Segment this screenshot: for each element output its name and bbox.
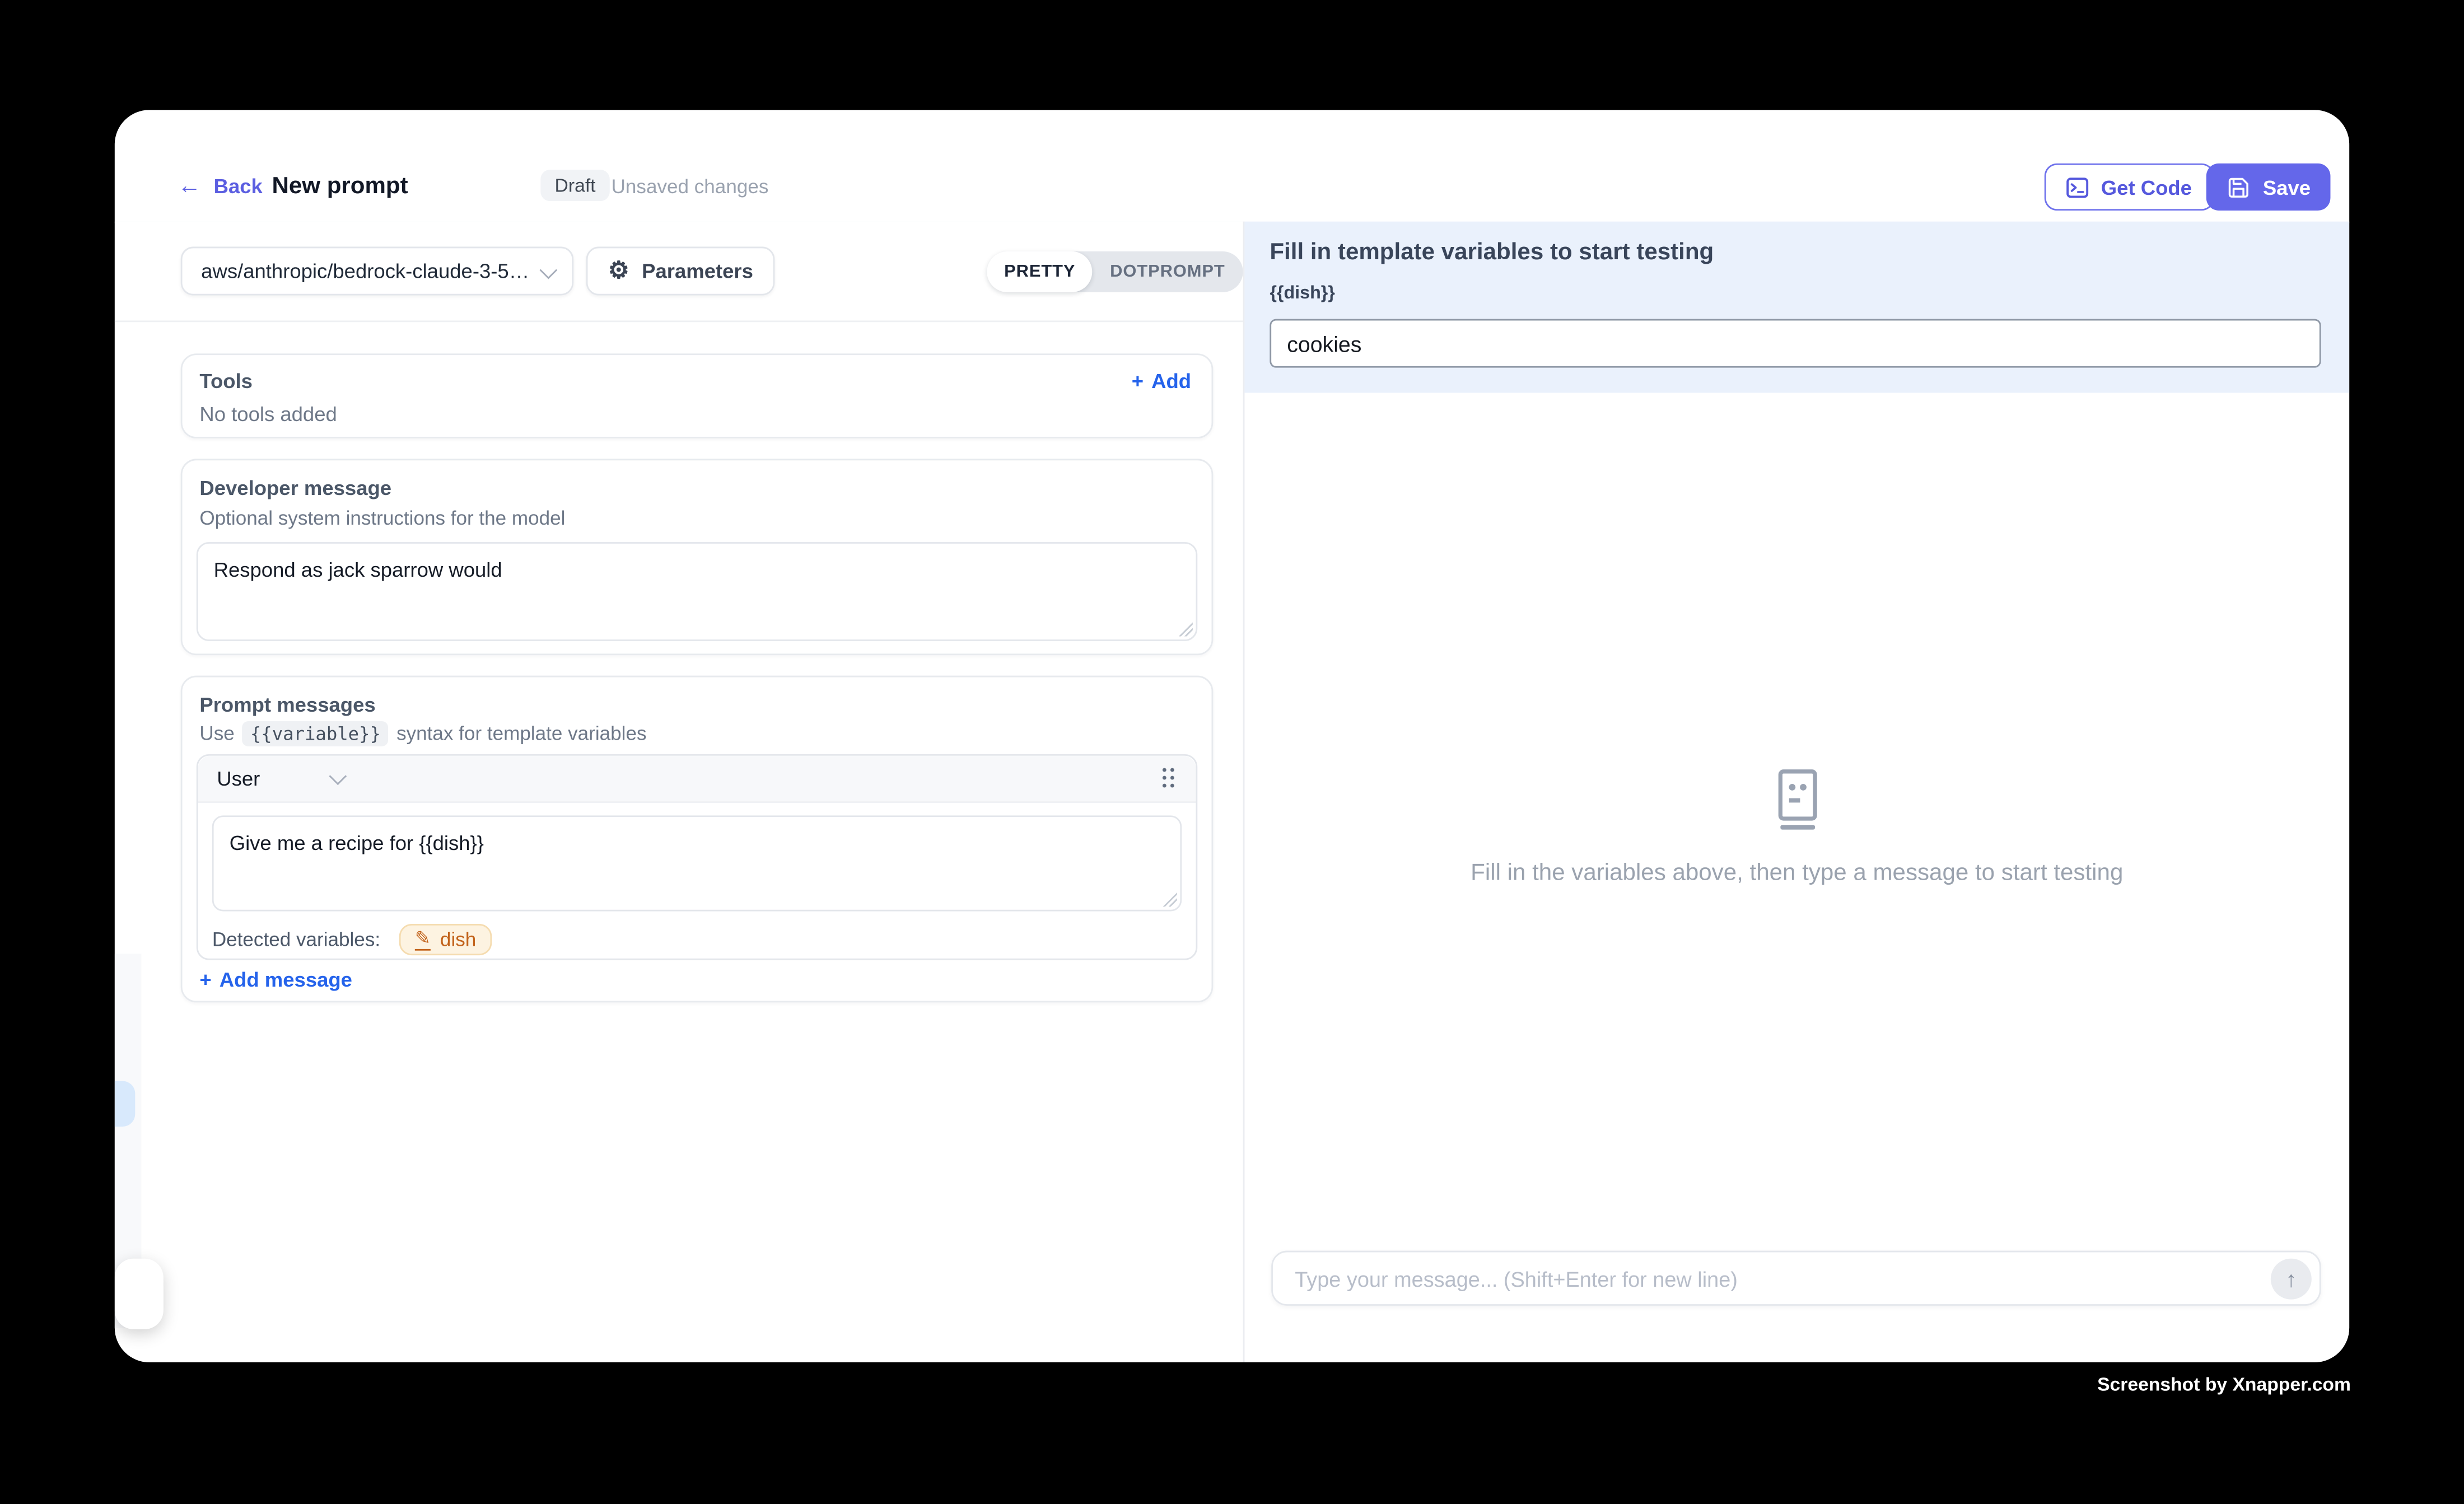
terminal-icon xyxy=(2066,177,2088,197)
robot-icon xyxy=(1770,767,1823,833)
prompt-config-panel: aws/anthropic/bedrock-claude-3-5-s... ⚙ … xyxy=(115,222,1243,1362)
unsaved-changes-note: Unsaved changes xyxy=(612,176,769,198)
back-arrow-icon: ← xyxy=(178,174,201,198)
chat-empty-state: Fill in the variables above, then type a… xyxy=(1244,767,2349,886)
get-code-label: Get Code xyxy=(2101,175,2192,199)
tools-card: Tools + Add No tools added xyxy=(181,353,1214,438)
save-label: Save xyxy=(2263,175,2311,199)
pencil-icon: ✎ xyxy=(415,928,431,951)
chat-empty-text: Fill in the variables above, then type a… xyxy=(1244,860,2349,886)
detected-variables-row: Detected variables: ✎ dish xyxy=(212,924,492,956)
screenshot-stage: ← Back New prompt Draft Unsaved changes … xyxy=(0,0,2464,1503)
format-toggle: PRETTY DOTPROMPT xyxy=(987,251,1242,292)
hint-suffix: syntax for template variables xyxy=(396,723,646,745)
hint-prefix: Use xyxy=(199,723,234,745)
add-tool-button[interactable]: + Add xyxy=(1132,369,1191,393)
message-textarea[interactable]: Give me a recipe for {{dish}} xyxy=(212,815,1182,911)
model-selector[interactable]: aws/anthropic/bedrock-claude-3-5-s... xyxy=(181,247,574,296)
test-panel: Fill in template variables to start test… xyxy=(1243,222,2350,1362)
chat-composer: ↑ xyxy=(1271,1251,2321,1306)
save-button[interactable]: Save xyxy=(2206,164,2331,211)
send-button[interactable]: ↑ xyxy=(2271,1259,2312,1300)
variable-chip-label: dish xyxy=(440,929,476,951)
developer-message-title: Developer message xyxy=(199,476,391,499)
template-variables-panel: Fill in template variables to start test… xyxy=(1244,222,2349,393)
role-selector[interactable]: User xyxy=(217,767,345,790)
save-floppy-icon xyxy=(2227,175,2250,199)
parameters-button[interactable]: ⚙ Parameters xyxy=(586,247,776,296)
add-tool-label: Add xyxy=(1151,369,1191,393)
developer-message-card: Developer message Optional system instru… xyxy=(181,459,1214,655)
variable-value-input[interactable] xyxy=(1270,319,2321,368)
watermark-text: Screenshot by Xnapper.com xyxy=(2097,1374,2351,1395)
message-block: User Give me a recipe for {{dish}} Detec… xyxy=(197,754,1197,960)
sidebar-selected-item[interactable] xyxy=(115,1081,135,1127)
sidebar-popover-card xyxy=(115,1259,164,1329)
add-message-button[interactable]: + Add message xyxy=(199,968,352,992)
plus-icon: + xyxy=(1132,369,1144,393)
app-window: ← Back New prompt Draft Unsaved changes … xyxy=(115,110,2349,1362)
parameters-label: Parameters xyxy=(642,259,753,283)
status-badge: Draft xyxy=(540,170,610,201)
role-value: User xyxy=(217,767,260,790)
chevron-down-icon xyxy=(330,767,348,785)
prompt-messages-title: Prompt messages xyxy=(199,693,375,716)
format-option-pretty[interactable]: PRETTY xyxy=(987,251,1093,292)
hint-code: {{variable}} xyxy=(242,721,389,746)
detected-variables-label: Detected variables: xyxy=(212,929,380,951)
template-variables-title: Fill in template variables to start test… xyxy=(1270,239,1714,266)
model-toolbar: aws/anthropic/bedrock-claude-3-5-s... ⚙ … xyxy=(115,222,1243,323)
back-button[interactable]: ← Back xyxy=(178,174,263,198)
tools-empty-text: No tools added xyxy=(199,402,337,426)
template-variable-hint: Use {{variable}} syntax for template var… xyxy=(199,721,646,746)
model-selector-value: aws/anthropic/bedrock-claude-3-5-s... xyxy=(201,259,531,283)
developer-message-subtitle: Optional system instructions for the mod… xyxy=(199,507,565,529)
chevron-down-icon xyxy=(539,261,557,279)
developer-message-textarea[interactable]: Respond as jack sparrow would xyxy=(197,542,1197,641)
prompt-messages-card: Prompt messages Use {{variable}} syntax … xyxy=(181,676,1214,1003)
drag-handle-icon[interactable] xyxy=(1161,767,1177,790)
page-title: New prompt xyxy=(272,173,408,200)
message-block-header: User xyxy=(198,756,1196,803)
page-header: ← Back New prompt Draft Unsaved changes … xyxy=(115,110,2349,223)
add-message-label: Add message xyxy=(220,968,352,992)
plus-icon: + xyxy=(199,968,211,992)
get-code-button[interactable]: Get Code xyxy=(2045,164,2214,211)
tools-title: Tools xyxy=(199,369,253,393)
back-label: Back xyxy=(214,174,263,198)
variable-chip-dish[interactable]: ✎ dish xyxy=(399,924,492,956)
variable-name-label: {{dish}} xyxy=(1270,284,1335,303)
chat-message-input[interactable] xyxy=(1292,1254,2083,1306)
gear-icon: ⚙ xyxy=(608,259,629,283)
format-option-dotprompt[interactable]: DOTPROMPT xyxy=(1093,251,1242,292)
send-arrow-icon: ↑ xyxy=(2286,1267,2297,1292)
